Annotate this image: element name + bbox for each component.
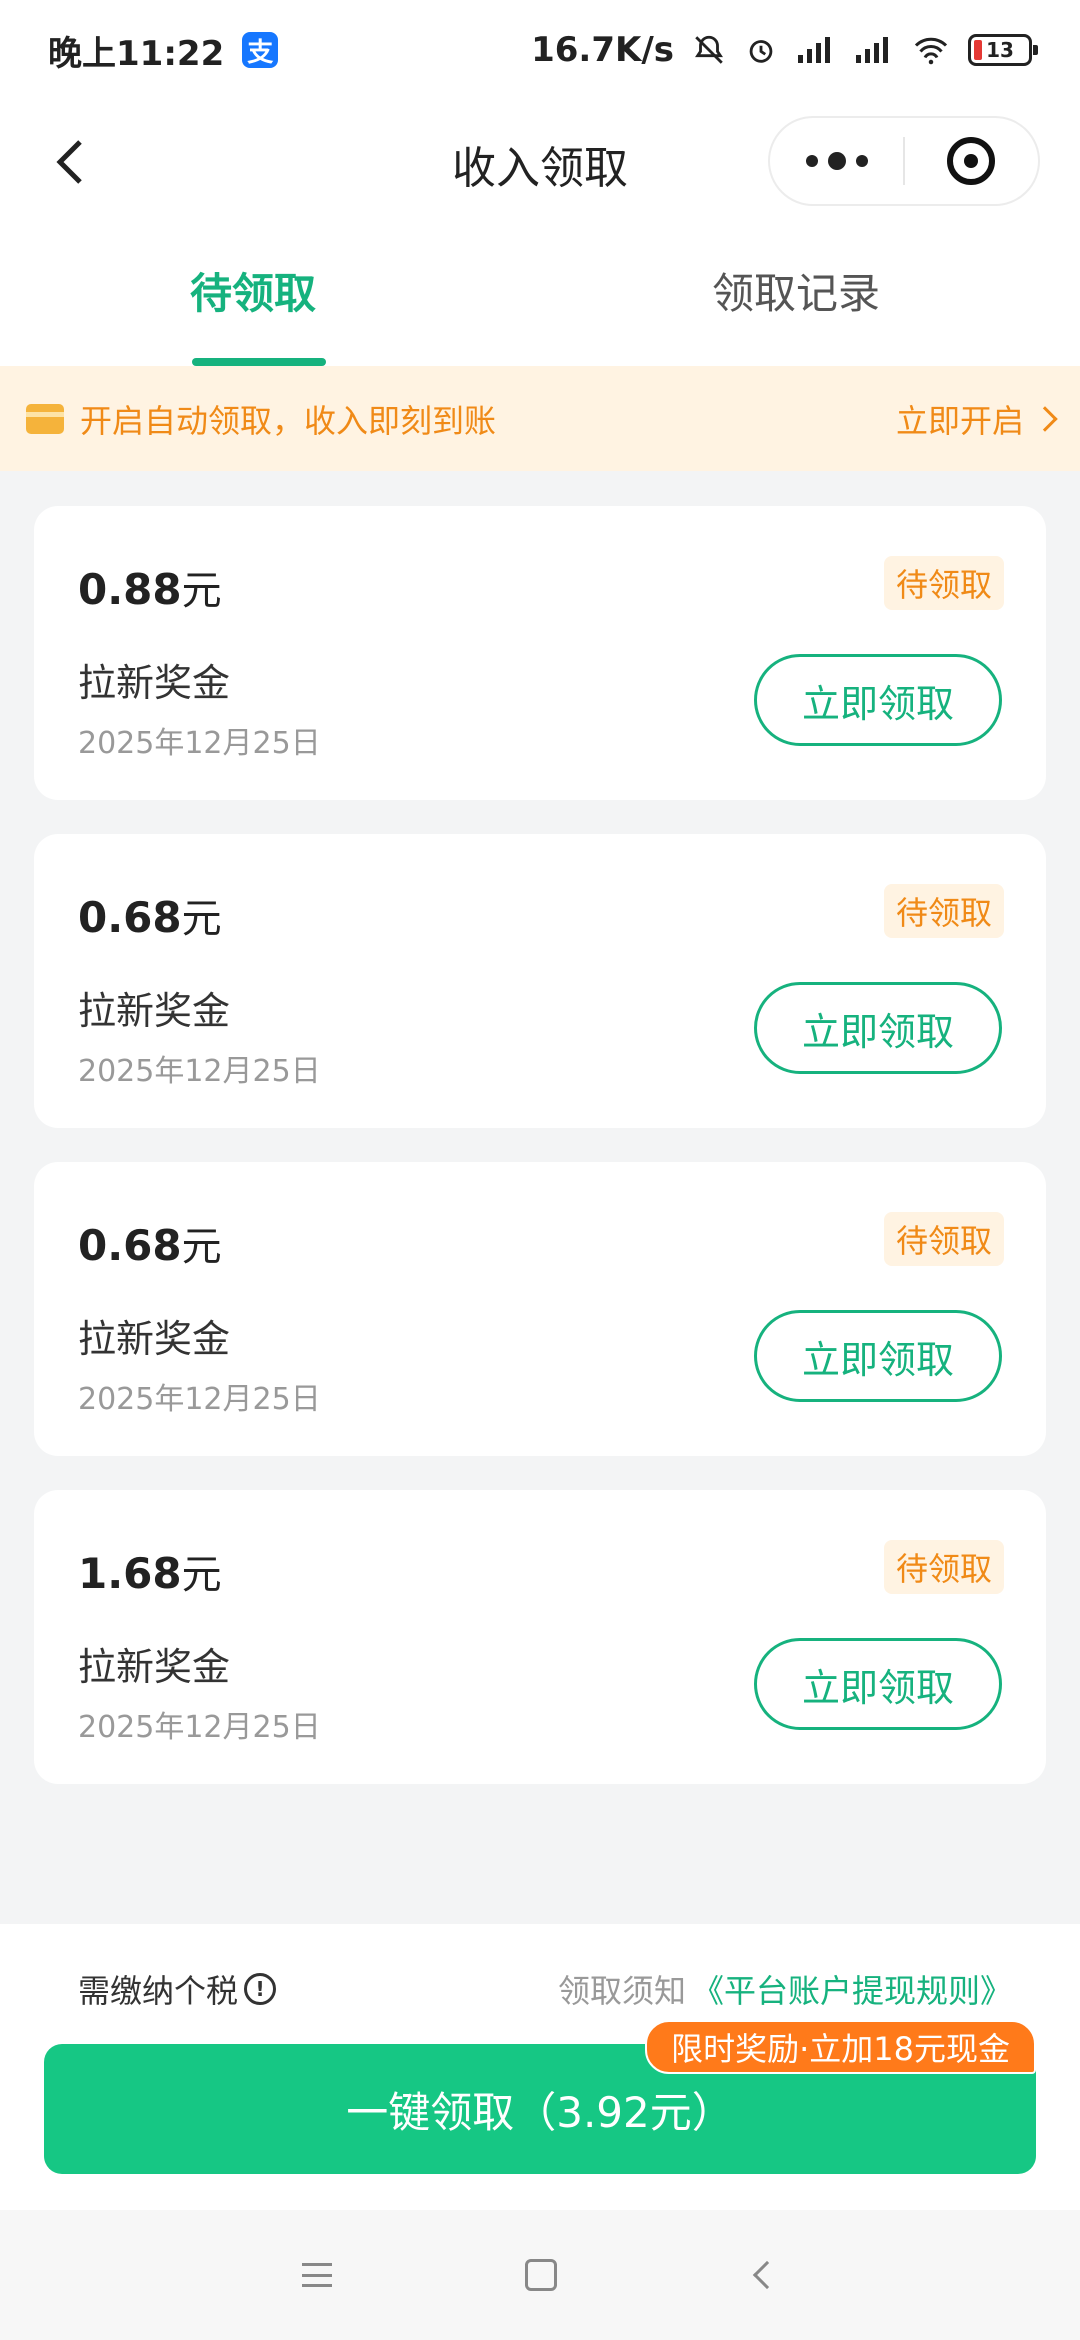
alarm-icon	[744, 33, 778, 67]
mini-program-capsule	[768, 116, 1040, 206]
tax-label: 需缴纳个税	[78, 1972, 239, 2010]
amount-unit: 元	[181, 1552, 222, 1598]
status-badge: 待领取	[883, 556, 1004, 610]
more-dot-icon	[827, 152, 846, 170]
more-dot-icon	[855, 155, 868, 167]
home-icon	[525, 2259, 557, 2291]
info-icon[interactable]: !	[244, 1973, 277, 2005]
income-date: 2025年12月25日	[78, 1054, 321, 1089]
income-date: 2025年12月25日	[78, 1382, 321, 1417]
claim-now-button[interactable]: 立即领取	[754, 982, 1002, 1074]
claim-now-button[interactable]: 立即领取	[754, 654, 1002, 746]
income-amount: 0.68元	[78, 886, 222, 944]
income-amount: 0.68元	[78, 1214, 222, 1272]
system-nav-bar	[0, 2210, 1080, 2340]
income-amount: 1.68元	[78, 1542, 222, 1600]
income-name: 拉新奖金	[78, 989, 231, 1033]
tax-notice[interactable]: 需缴纳个税 !	[78, 1966, 277, 2012]
amount-value: 1.68	[78, 1549, 182, 1598]
income-amount: 0.88元	[78, 558, 222, 616]
tab-pending[interactable]: 待领取	[190, 260, 316, 321]
amount-unit: 元	[181, 568, 222, 614]
enable-now-link[interactable]: 立即开启	[895, 396, 1058, 442]
battery-icon: 13	[968, 34, 1038, 66]
status-badge: 待领取	[883, 884, 1004, 938]
income-name: 拉新奖金	[78, 661, 231, 705]
claim-now-button[interactable]: 立即领取	[754, 1310, 1002, 1402]
alipay-notification-icon: 支	[242, 32, 279, 68]
claim-notice: 领取须知 《平台账户提现规则》	[558, 1966, 1012, 2012]
enable-now-label: 立即开启	[895, 401, 1024, 440]
status-right: 16.7K/s 13	[531, 30, 1038, 70]
tab-bar: 待领取 领取记录	[0, 224, 1080, 366]
claim-now-button[interactable]: 立即领取	[754, 1638, 1002, 1730]
amount-value: 0.68	[78, 893, 182, 942]
auto-claim-banner[interactable]: 开启自动领取，收入即刻到账 立即开启	[0, 366, 1080, 471]
promo-badge: 限时奖励·立加18元现金	[645, 2020, 1036, 2074]
status-bar: 晚上11:22 支 16.7K/s 13	[0, 0, 1080, 100]
target-icon	[947, 137, 996, 185]
income-name: 拉新奖金	[78, 1645, 231, 1689]
income-card: 1.68元 待领取 拉新奖金 2025年12月25日 立即领取	[34, 1490, 1046, 1784]
nav-bar: 收入领取	[0, 100, 1080, 224]
banner-text: 开启自动领取，收入即刻到账	[80, 401, 497, 440]
tab-records[interactable]: 领取记录	[712, 260, 880, 321]
income-card: 0.68元 待领取 拉新奖金 2025年12月25日 立即领取	[34, 834, 1046, 1128]
income-card: 0.88元 待领取 拉新奖金 2025年12月25日 立即领取	[34, 506, 1046, 800]
close-mini-program-button[interactable]	[905, 118, 1038, 204]
menu-icon	[302, 2263, 332, 2287]
status-badge: 待领取	[883, 1540, 1004, 1594]
active-tab-indicator	[192, 358, 326, 366]
withdrawal-rules-link[interactable]: 《平台账户提现规则》	[692, 1966, 1012, 2012]
card-icon	[26, 403, 64, 434]
network-speed: 16.7K/s	[531, 30, 674, 70]
amount-value: 0.88	[78, 565, 182, 614]
back-icon	[752, 2260, 782, 2290]
footer-panel: 需缴纳个税 ! 领取须知 《平台账户提现规则》 一键领取（3.92元） 限时奖励…	[0, 1924, 1080, 2210]
more-button[interactable]	[770, 118, 903, 204]
status-badge: 待领取	[883, 1212, 1004, 1266]
income-card: 0.68元 待领取 拉新奖金 2025年12月25日 立即领取	[34, 1162, 1046, 1456]
income-name: 拉新奖金	[78, 1317, 231, 1361]
income-date: 2025年12月25日	[78, 1710, 321, 1745]
amount-unit: 元	[181, 1224, 222, 1270]
notice-label: 领取须知	[557, 1972, 686, 2010]
status-time: 晚上11:22	[48, 33, 225, 74]
banner-left: 开启自动领取，收入即刻到账	[26, 396, 496, 442]
system-back-button[interactable]	[742, 2250, 792, 2300]
amount-unit: 元	[181, 896, 222, 942]
amount-value: 0.68	[78, 1221, 182, 1270]
chevron-right-icon	[1032, 405, 1058, 432]
home-button[interactable]	[516, 2250, 566, 2300]
mute-bell-icon	[692, 33, 726, 67]
recent-apps-button[interactable]	[292, 2250, 342, 2300]
income-date: 2025年12月25日	[78, 726, 321, 761]
wifi-icon	[912, 35, 950, 65]
signal-hd-icon	[854, 35, 894, 65]
status-left: 晚上11:22 支	[48, 26, 279, 75]
more-dot-icon	[805, 155, 818, 167]
income-list: 0.88元 待领取 拉新奖金 2025年12月25日 立即领取 0.68元 待领…	[34, 506, 1046, 1818]
signal-icon	[796, 35, 836, 65]
